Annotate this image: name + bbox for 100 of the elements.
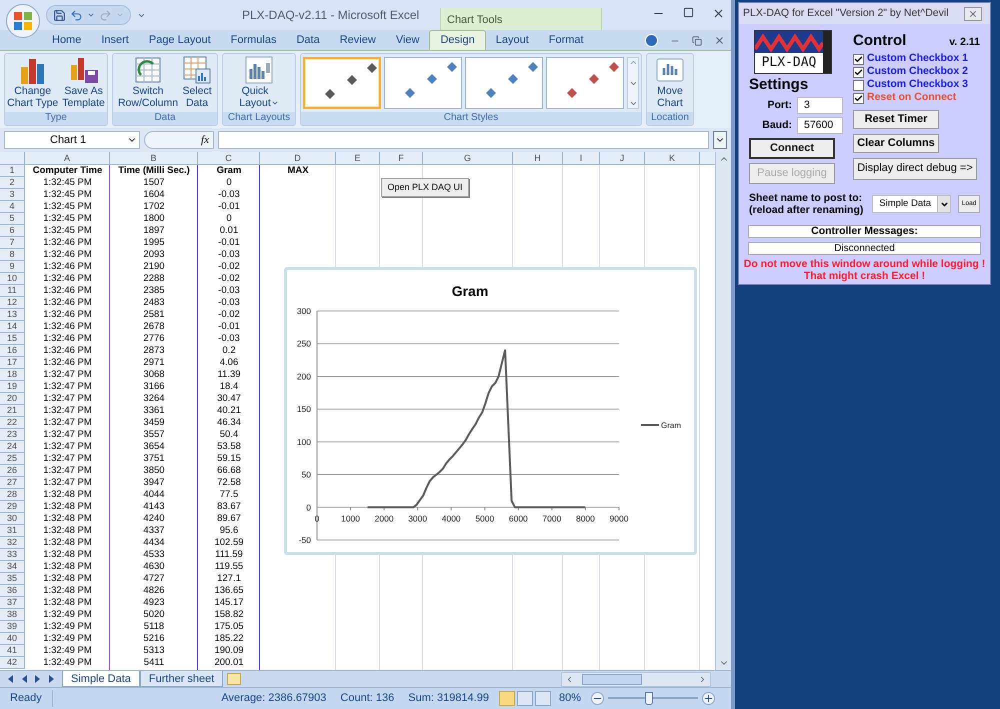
- row-header[interactable]: 7: [0, 237, 25, 249]
- scrollbar-thumb[interactable]: [582, 674, 642, 684]
- save-icon[interactable]: [53, 8, 66, 22]
- row-header[interactable]: 21: [0, 405, 25, 417]
- input-field[interactable]: 3: [797, 97, 843, 114]
- expand-button[interactable]: [713, 131, 727, 149]
- column-header[interactable]: H: [513, 152, 563, 165]
- ribbon-tab[interactable]: Home: [42, 30, 92, 50]
- function-button[interactable]: fx: [201, 132, 209, 148]
- sheet-tab[interactable]: Simple Data: [62, 671, 140, 687]
- column-header[interactable]: E: [336, 152, 380, 165]
- checkbox[interactable]: [853, 80, 864, 90]
- row-header[interactable]: 26: [0, 465, 25, 477]
- column-header[interactable]: F: [380, 152, 423, 165]
- column-header[interactable]: A: [25, 152, 110, 165]
- ribbon-tab[interactable]: Design: [429, 30, 486, 50]
- row-header[interactable]: 40: [0, 633, 25, 645]
- ribbon-tab[interactable]: Layout: [486, 30, 539, 50]
- sheet-tab[interactable]: Further sheet: [140, 671, 224, 687]
- row-header[interactable]: 25: [0, 453, 25, 465]
- row-header[interactable]: 32: [0, 537, 25, 549]
- row-header[interactable]: 2: [0, 177, 25, 189]
- ribbon-button[interactable]: Quick Layout: [238, 55, 280, 109]
- row-header[interactable]: 28: [0, 489, 25, 501]
- ribbon-button[interactable]: Change Chart Type: [6, 55, 60, 109]
- row-header[interactable]: 38: [0, 609, 25, 621]
- ribbon-button[interactable]: Move Chart: [654, 55, 686, 109]
- checkbox[interactable]: [853, 92, 864, 104]
- ribbon-tab[interactable]: View: [386, 30, 430, 50]
- row-header[interactable]: 30: [0, 513, 25, 525]
- office-button[interactable]: [6, 4, 40, 38]
- undo-icon[interactable]: [70, 8, 83, 22]
- input-field[interactable]: 57600: [797, 117, 843, 134]
- row-header[interactable]: 10: [0, 273, 25, 285]
- ribbon-button[interactable]: Select Data: [181, 55, 214, 109]
- formula-field[interactable]: [218, 131, 709, 149]
- row-header[interactable]: 31: [0, 525, 25, 537]
- scroll-right-icon[interactable]: [698, 674, 707, 684]
- ribbon-tab[interactable]: Page Layout: [138, 30, 221, 50]
- row-header[interactable]: 15: [0, 333, 25, 345]
- row-header[interactable]: 6: [0, 225, 25, 237]
- row-header[interactable]: 35: [0, 573, 25, 585]
- slider-thumb[interactable]: [644, 692, 652, 705]
- row-header[interactable]: 27: [0, 477, 25, 489]
- ribbon-tab[interactable]: Data: [286, 30, 330, 50]
- row-header[interactable]: 18: [0, 369, 25, 381]
- name-box[interactable]: Chart 1: [4, 131, 140, 149]
- row-header[interactable]: 1: [0, 165, 25, 177]
- more-icon[interactable]: [628, 99, 638, 108]
- row-header[interactable]: 20: [0, 393, 25, 405]
- zoom-in-button[interactable]: [702, 692, 715, 705]
- row-header[interactable]: 17: [0, 357, 25, 369]
- sheet-button[interactable]: Open PLX DAQ UI: [381, 178, 469, 197]
- maximize-icon[interactable]: [683, 7, 694, 18]
- row-header[interactable]: 9: [0, 261, 25, 273]
- row-header[interactable]: 14: [0, 321, 25, 333]
- row-header[interactable]: 12: [0, 297, 25, 309]
- column-header[interactable]: C: [198, 152, 260, 165]
- row-header[interactable]: 11: [0, 285, 25, 297]
- checkbox[interactable]: [853, 66, 864, 78]
- row-header[interactable]: 24: [0, 441, 25, 453]
- column-header[interactable]: G: [423, 152, 513, 165]
- row-header[interactable]: 29: [0, 501, 25, 513]
- row-header[interactable]: 3: [0, 189, 25, 201]
- help-icon[interactable]: [645, 34, 658, 47]
- column-header[interactable]: K: [645, 152, 700, 165]
- close-icon[interactable]: [712, 7, 725, 20]
- dialog-button[interactable]: Connect: [749, 138, 835, 159]
- dialog-button[interactable]: Display direct debug =>: [853, 158, 977, 180]
- row-header[interactable]: 19: [0, 381, 25, 393]
- close-icon[interactable]: [714, 35, 725, 46]
- ribbon-tab[interactable]: Review: [330, 30, 386, 50]
- row-header[interactable]: 13: [0, 309, 25, 321]
- ribbon-tab[interactable]: Formulas: [220, 30, 286, 50]
- column-header[interactable]: J: [600, 152, 645, 165]
- row-header[interactable]: 8: [0, 249, 25, 261]
- caret-icon[interactable]: [87, 11, 95, 19]
- scroll-up-icon[interactable]: [628, 58, 638, 67]
- zoom-out-button[interactable]: [591, 692, 604, 705]
- scroll-left-icon[interactable]: [565, 674, 574, 684]
- row-header[interactable]: 41: [0, 645, 25, 657]
- dialog-button[interactable]: Reset Timer: [853, 110, 939, 128]
- row-header[interactable]: 36: [0, 585, 25, 597]
- ribbon-button[interactable]: Switch Row/Column: [116, 55, 180, 109]
- row-header[interactable]: 33: [0, 549, 25, 561]
- row-header[interactable]: 23: [0, 429, 25, 441]
- row-header[interactable]: 39: [0, 621, 25, 633]
- column-header[interactable]: D: [260, 152, 336, 165]
- ribbon-button[interactable]: Save As Template: [61, 55, 106, 109]
- row-header[interactable]: 42: [0, 657, 25, 669]
- sheet-dropdown[interactable]: Simple Data: [872, 195, 952, 213]
- checkbox[interactable]: [853, 54, 864, 64]
- column-header[interactable]: B: [110, 152, 198, 165]
- row-header[interactable]: 5: [0, 213, 25, 225]
- row-header[interactable]: 34: [0, 561, 25, 573]
- column-header[interactable]: I: [563, 152, 600, 165]
- row-header[interactable]: 16: [0, 345, 25, 357]
- dialog-button[interactable]: Clear Columns: [853, 134, 939, 152]
- row-header[interactable]: 37: [0, 597, 25, 609]
- ribbon-tab[interactable]: Insert: [91, 30, 139, 50]
